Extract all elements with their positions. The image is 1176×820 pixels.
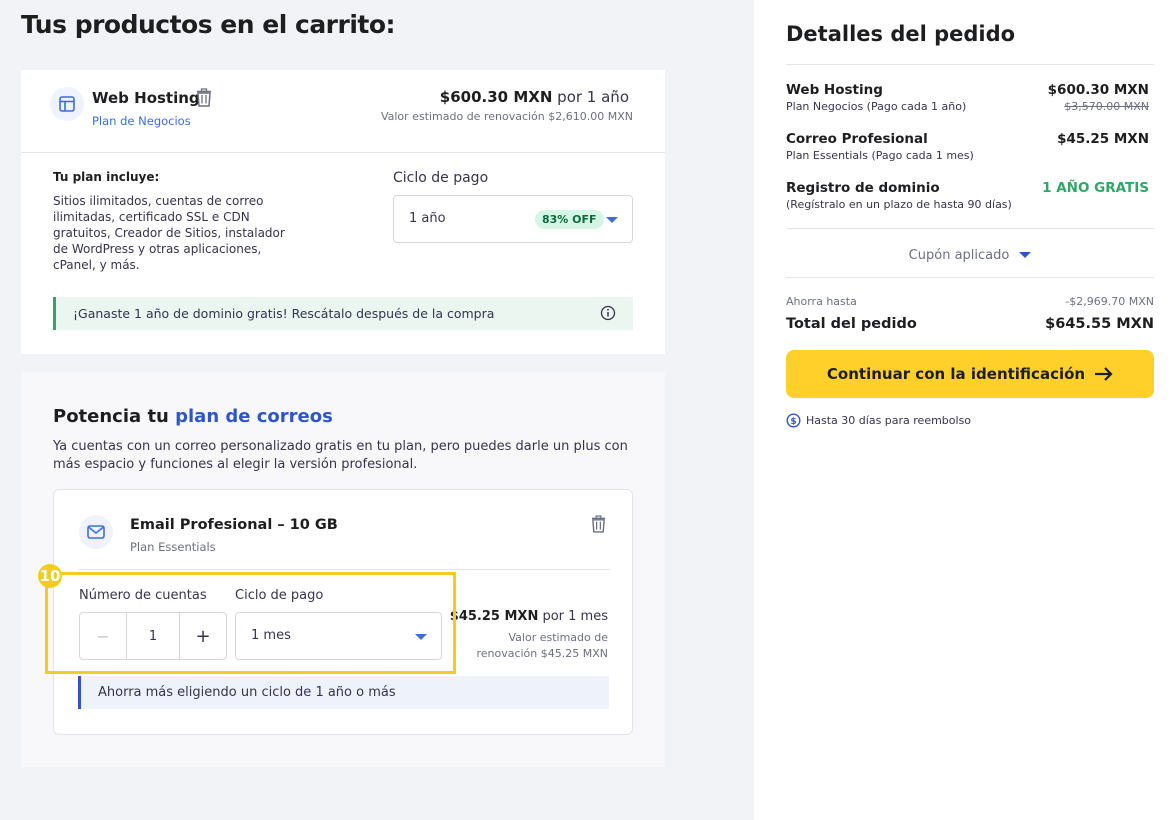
hosting-name: Web Hosting bbox=[92, 89, 200, 107]
summary-item-sub: Plan Essentials (Pago cada 1 mes) bbox=[786, 149, 974, 162]
savings-tip-text: Ahorra más eligiendo un ciclo de 1 año o… bbox=[98, 685, 396, 700]
continue-button[interactable]: Continuar con la identificación bbox=[786, 350, 1154, 398]
refund-icon: $ bbox=[786, 413, 801, 428]
savings-tip-banner: Ahorra más eligiendo un ciclo de 1 año o… bbox=[78, 676, 609, 709]
summary-item-name: Web Hosting bbox=[786, 82, 883, 98]
summary-item-price: 1 AÑO GRATIS bbox=[1042, 180, 1149, 196]
email-price-line: $45.25 MXN por 1 mes bbox=[450, 609, 608, 624]
promo-text: ¡Ganaste 1 año de dominio gratis! Rescát… bbox=[73, 306, 495, 321]
email-renewal-line2: renovación $45.25 MXN bbox=[476, 647, 608, 660]
summary-item-price: $45.25 MXN bbox=[1057, 131, 1149, 147]
divider bbox=[786, 228, 1154, 229]
discount-badge: 83% OFF bbox=[535, 210, 604, 229]
total-value: $645.55 MXN bbox=[1045, 316, 1154, 332]
chevron-down-icon bbox=[1019, 252, 1032, 258]
savings-label: Ahorra hasta bbox=[786, 295, 857, 308]
hosting-price-line: $600.30 MXN por 1 año bbox=[440, 88, 629, 106]
summary-item-name: Registro de dominio bbox=[786, 180, 940, 196]
summary-title: Detalles del pedido bbox=[786, 22, 1016, 46]
hosting-period: por 1 año bbox=[557, 88, 629, 106]
upsell-card: Potencia tu plan de correos Ya cuentas c… bbox=[21, 372, 665, 767]
refund-note: $ Hasta 30 días para reembolso bbox=[786, 413, 971, 428]
info-icon[interactable] bbox=[600, 305, 616, 325]
step-marker: 10 bbox=[38, 564, 62, 588]
trash-icon[interactable] bbox=[591, 515, 606, 537]
divider bbox=[786, 277, 1154, 278]
mail-icon bbox=[79, 515, 113, 549]
email-product-plan: Plan Essentials bbox=[130, 540, 216, 554]
arrow-right-icon bbox=[1094, 367, 1113, 381]
cycle-value: 1 año bbox=[409, 211, 446, 226]
divider bbox=[21, 152, 665, 153]
trash-icon[interactable] bbox=[196, 88, 212, 111]
summary-item-sub: Plan Negocios (Pago cada 1 año) bbox=[786, 100, 967, 113]
refund-text: Hasta 30 días para reembolso bbox=[806, 414, 972, 427]
total-label: Total del pedido bbox=[786, 316, 917, 332]
summary-item-price: $600.30 MXN bbox=[1047, 82, 1149, 98]
highlight-box bbox=[45, 572, 456, 674]
continue-button-label: Continuar con la identificación bbox=[826, 365, 1086, 383]
upsell-title: Potencia tu plan de correos bbox=[53, 406, 333, 427]
hosting-renewal: Valor estimado de renovación $2,610.00 M… bbox=[380, 110, 633, 123]
summary-item-old-price: $3,570.00 MXN bbox=[1064, 100, 1149, 113]
hosting-card: Web Hosting Plan de Negocios $600.30 MXN… bbox=[21, 70, 665, 354]
coupon-toggle[interactable]: Cupón aplicado bbox=[786, 245, 1154, 265]
chevron-down-icon bbox=[606, 217, 618, 223]
coupon-label: Cupón aplicado bbox=[908, 247, 1010, 263]
hosting-plan: Plan de Negocios bbox=[92, 114, 191, 128]
email-product-name: Email Profesional – 10 GB bbox=[130, 517, 338, 533]
summary-item-sub: (Regístralo en un plazo de hasta 90 días… bbox=[786, 198, 1012, 211]
summary-item-name: Correo Profesional bbox=[786, 131, 928, 147]
upsell-description: Ya cuentas con un correo personalizado g… bbox=[53, 439, 628, 472]
upsell-title-prefix: Potencia tu bbox=[53, 406, 176, 427]
email-price: $45.25 MXN bbox=[449, 609, 539, 624]
cycle-label: Ciclo de pago bbox=[393, 170, 489, 186]
email-renewal: Valor estimado de renovación $45.25 MXN bbox=[476, 630, 608, 662]
layout-icon bbox=[50, 87, 84, 121]
page-title: Tus productos en el carrito: bbox=[21, 10, 396, 39]
divider bbox=[78, 569, 610, 570]
email-period: por 1 mes bbox=[542, 609, 608, 624]
hosting-price: $600.30 MXN bbox=[439, 88, 553, 106]
includes-text: Sitios ilimitados, cuentas de correo ili… bbox=[53, 194, 285, 272]
email-renewal-line1: Valor estimado de bbox=[508, 631, 609, 644]
hosting-cycle-select[interactable]: 1 año 83% OFF bbox=[393, 195, 633, 243]
promo-banner: ¡Ganaste 1 año de dominio gratis! Rescát… bbox=[53, 297, 633, 330]
order-summary-panel bbox=[754, 0, 1176, 820]
includes-title: Tu plan incluye: bbox=[53, 170, 160, 184]
svg-text:$: $ bbox=[790, 417, 796, 427]
divider bbox=[786, 64, 1154, 65]
upsell-title-highlight: plan de correos bbox=[175, 406, 333, 427]
savings-value: -$2,969.70 MXN bbox=[1065, 295, 1154, 308]
